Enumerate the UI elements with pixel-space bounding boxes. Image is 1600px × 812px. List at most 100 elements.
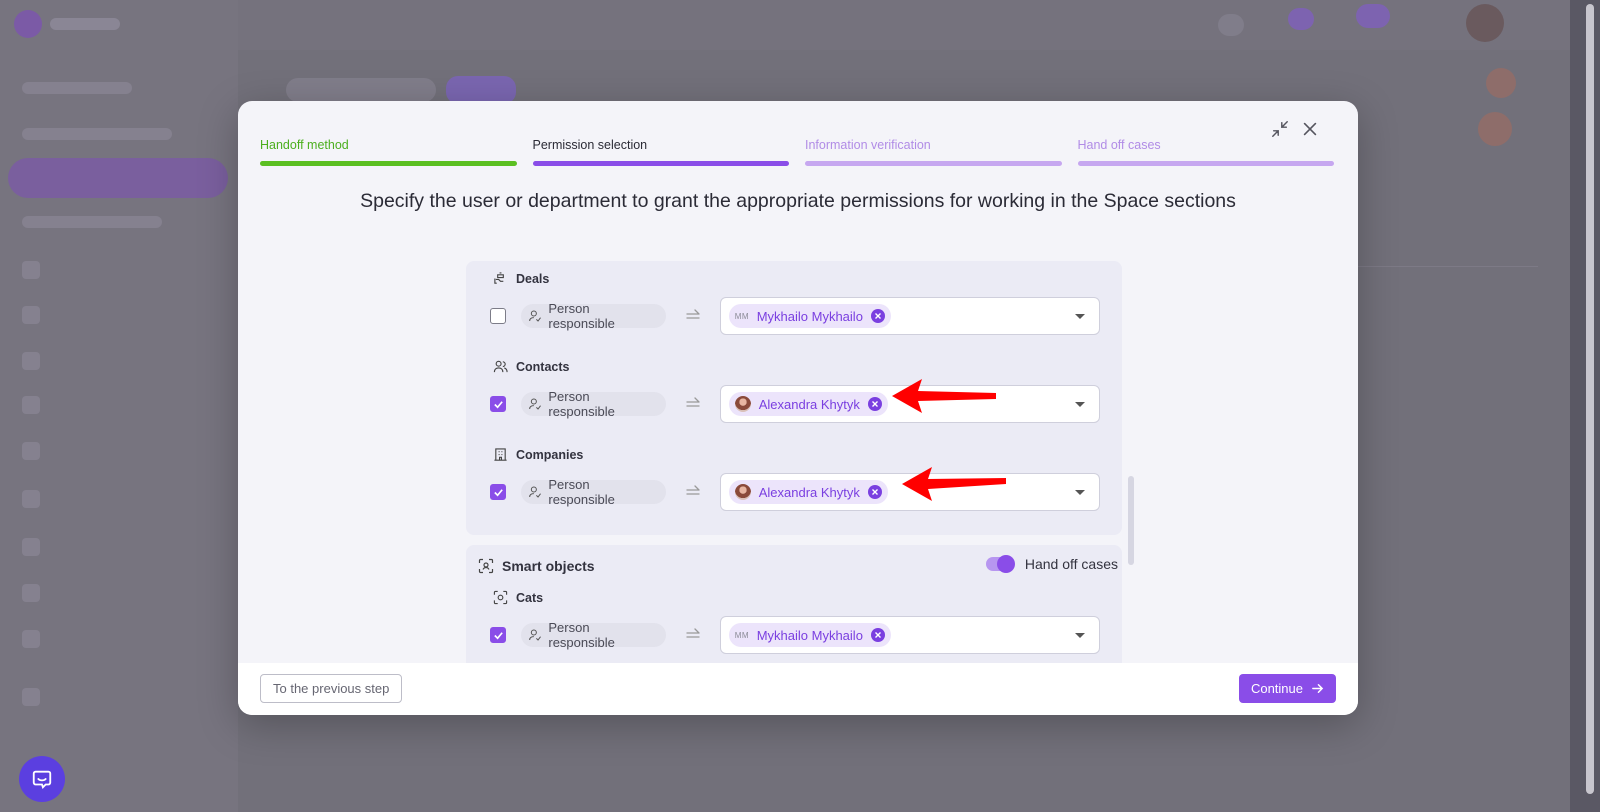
role-chip: Person responsible [521, 620, 666, 650]
assignee-name: Alexandra Khytyk [758, 484, 860, 500]
bg-nav-icon [22, 630, 40, 648]
section-title-contacts: Contacts [493, 359, 569, 374]
bg-nav-icon [22, 306, 40, 324]
section-title-cats: Cats [493, 590, 543, 605]
chevron-down-icon [1075, 490, 1085, 495]
step-progress-bar [532, 161, 789, 166]
bg-nav-icon [22, 688, 40, 706]
scan-object-icon [493, 590, 508, 605]
section-title-text: Companies [516, 447, 584, 462]
role-label: Person responsible [548, 389, 615, 419]
assignee-tag: Alexandra Khytyk [728, 480, 888, 504]
role-label: Person responsible [548, 301, 615, 331]
permissions-scrollbar[interactable] [1128, 476, 1134, 565]
continue-label: Continue [1250, 681, 1303, 696]
checkmark-icon [493, 488, 503, 496]
deals-assignee-select[interactable]: MM Mykhailo Mykhailo [719, 297, 1100, 335]
arrow-right-icon [686, 485, 700, 495]
person-check-icon [529, 398, 541, 410]
step-label: Handoff method [260, 138, 349, 152]
close-icon [871, 401, 878, 407]
role-chip: Person responsible [521, 301, 666, 331]
smart-objects-title-text: Smart objects [502, 558, 595, 574]
role-label: Person responsible [548, 620, 615, 650]
step-handoff-method: Handoff method [260, 138, 517, 166]
step-label: Permission selection [532, 138, 648, 152]
toggle-label: Hand off cases [1024, 556, 1118, 572]
remove-assignee-button[interactable] [870, 628, 885, 642]
smart-objects-title: Smart objects [478, 558, 595, 574]
bg-action [446, 76, 516, 104]
transfer-arrow [685, 395, 703, 413]
section-title-text: Contacts [516, 359, 570, 374]
person-check-icon [529, 310, 541, 322]
close-icon [1303, 122, 1317, 136]
person-check-icon [529, 486, 541, 498]
deals-permission-row: Person responsible MM Mykhailo Mykhailo [490, 297, 1100, 335]
annotation-arrow [902, 467, 1006, 501]
chat-launcher-button[interactable] [19, 756, 65, 802]
handoff-modal: Handoff method Permission selection Info… [238, 101, 1358, 715]
bg-sidebar [0, 0, 238, 812]
transfer-arrow [685, 626, 703, 644]
chevron-down-icon [1075, 314, 1085, 319]
bg-topbar-button [1218, 14, 1244, 36]
chevron-down-icon [1075, 633, 1085, 638]
modal-heading: Specify the user or department to grant … [360, 190, 1236, 212]
bg-avatar [1486, 68, 1516, 98]
role-chip: Person responsible [521, 389, 666, 419]
assignee-name: Mykhailo Mykhailo [756, 308, 863, 324]
bg-logo [14, 10, 42, 38]
checkmark-icon [493, 631, 503, 639]
bg-topbar-button [1356, 4, 1390, 28]
transfer-arrow [685, 307, 703, 325]
remove-assignee-button[interactable] [870, 309, 885, 323]
step-label: Information verification [805, 138, 931, 152]
transfer-arrow [685, 483, 703, 501]
collapse-icon [1272, 121, 1288, 137]
assignee-tag: Alexandra Khytyk [728, 392, 888, 416]
bg-nav-icon [22, 396, 40, 414]
remove-assignee-button[interactable] [867, 485, 882, 499]
remove-assignee-button[interactable] [867, 397, 882, 411]
section-title-text: Cats [516, 590, 544, 605]
companies-checkbox[interactable] [490, 484, 506, 500]
permissions-scroll-area[interactable]: Deals Person responsible MM Mykhailo Myk… [466, 258, 1130, 663]
role-label: Person responsible [548, 477, 615, 507]
person-check-icon [529, 629, 541, 641]
contacts-permission-row: Person responsible Alexandra Khytyk [490, 385, 1100, 423]
bg-logo-text [50, 18, 120, 30]
bg-nav-icon [22, 442, 40, 460]
hand-off-cases-toggle[interactable] [985, 555, 1015, 573]
avatar [734, 396, 751, 412]
window-scroll-thumb[interactable] [1586, 4, 1594, 794]
step-label: Hand off cases [1077, 138, 1161, 152]
toggle-knob [996, 555, 1015, 573]
section-title-text: Deals [516, 271, 550, 286]
avatar [734, 484, 751, 500]
step-permission-selection: Permission selection [532, 138, 789, 166]
close-icon [874, 313, 881, 319]
cats-checkbox[interactable] [490, 627, 506, 643]
window-scrollbar[interactable] [1570, 0, 1600, 812]
stepper: Handoff method Permission selection Info… [260, 138, 1334, 166]
bg-nav-icon [22, 584, 40, 602]
step-progress-bar [260, 161, 517, 166]
chevron-down-icon [1075, 402, 1085, 407]
chat-icon [32, 770, 52, 789]
assignee-name: Alexandra Khytyk [758, 396, 860, 412]
contacts-checkbox[interactable] [490, 396, 506, 412]
bg-nav-item [22, 128, 172, 140]
avatar-initials: MM [734, 630, 750, 640]
continue-button[interactable]: Continue [1238, 674, 1336, 703]
deals-checkbox[interactable] [490, 308, 506, 324]
bg-nav-item-active [8, 158, 228, 198]
bg-avatar [1478, 112, 1512, 146]
step-progress-bar [805, 161, 1062, 166]
avatar-initials: MM [734, 311, 750, 321]
arrow-right-icon [686, 397, 700, 407]
cats-assignee-select[interactable]: MM Mykhailo Mykhailo [719, 616, 1100, 654]
close-icon [871, 489, 878, 495]
previous-step-button[interactable]: To the previous step [260, 674, 403, 703]
bg-nav-icon [22, 538, 40, 556]
